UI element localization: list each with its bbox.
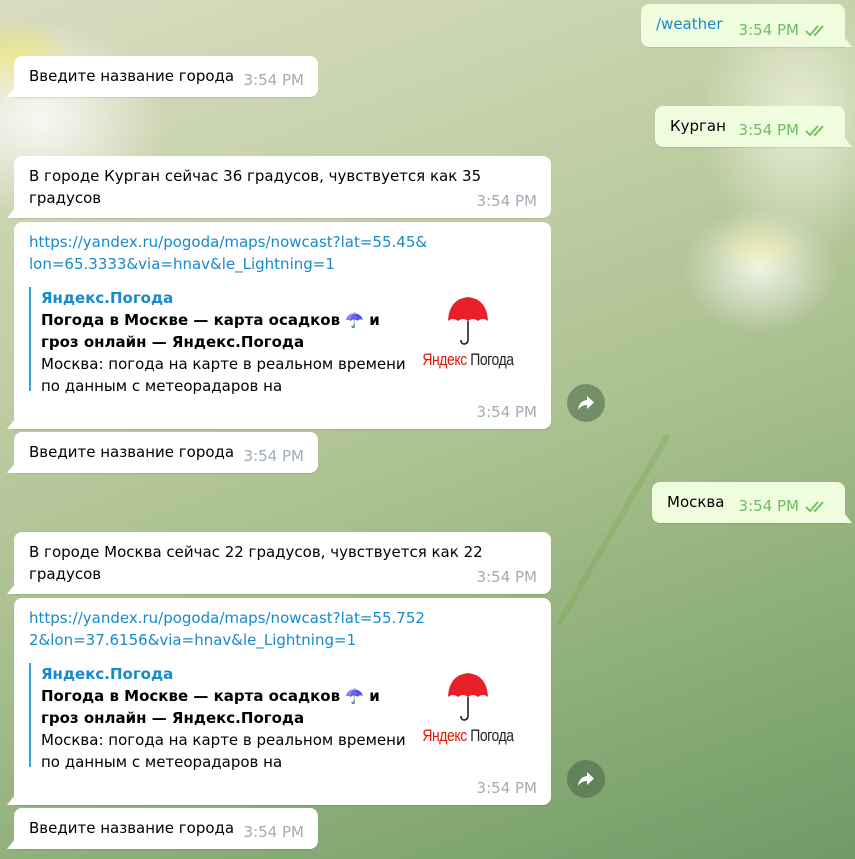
preview-description: Москва: погода на карте в реальном време… — [41, 731, 406, 771]
umbrella-icon — [448, 297, 488, 345]
link-preview-message[interactable]: https://yandex.ru/pogoda/maps/nowcast?la… — [7, 598, 551, 805]
message-time: 3:54 PM — [243, 447, 304, 465]
message-text: Введите название города — [29, 443, 235, 461]
message-time: 3:54 PM — [738, 497, 799, 515]
message-time: 3:54 PM — [476, 403, 537, 421]
outgoing-message[interactable]: Курган 3:54 PM — [655, 106, 852, 147]
bot-command-link[interactable]: /weather — [656, 15, 723, 33]
umbrella-icon — [448, 673, 488, 721]
message-text: В городе Москва сейчас 22 градусов, чувс… — [29, 543, 483, 583]
url-link[interactable]: https://yandex.ru/pogoda/maps/nowcast?la… — [29, 607, 429, 651]
message-time: 3:54 PM — [476, 192, 537, 210]
message-time: 3:54 PM — [738, 21, 799, 39]
double-check-icon — [805, 25, 824, 37]
link-preview[interactable]: Яндекс.Погода Погода в Москве — карта ос… — [29, 287, 524, 395]
message-time: 3:54 PM — [738, 121, 799, 139]
message-text: В городе Курган сейчас 36 градусов, чувс… — [29, 167, 482, 207]
share-button[interactable] — [567, 384, 605, 422]
yandex-pogoda-logo: Яндекс Погода — [422, 726, 514, 745]
incoming-message[interactable]: В городе Москва сейчас 22 градусов, чувс… — [7, 532, 551, 594]
message-text: Москва — [667, 493, 725, 511]
message-time: 3:54 PM — [476, 568, 537, 586]
link-preview-message[interactable]: https://yandex.ru/pogoda/maps/nowcast?la… — [7, 222, 551, 429]
incoming-message[interactable]: Введите название города 3:54 PM — [7, 432, 318, 473]
preview-title: Погода в Москве — карта осадков ☂️ и гро… — [41, 687, 380, 727]
double-check-icon — [805, 501, 824, 513]
outgoing-message[interactable]: /weather 3:54 PM — [641, 4, 852, 47]
outgoing-message[interactable]: Москва 3:54 PM — [652, 482, 852, 523]
incoming-message[interactable]: Введите название города 3:54 PM — [7, 808, 318, 849]
incoming-message[interactable]: В городе Курган сейчас 36 градусов, чувс… — [7, 156, 551, 218]
message-time: 3:54 PM — [476, 779, 537, 797]
preview-title: Погода в Москве — карта осадков ☂️ и гро… — [41, 311, 380, 351]
background-decoration — [555, 433, 671, 627]
share-button[interactable] — [567, 760, 605, 798]
message-text: Введите название города — [29, 819, 235, 837]
preview-thumbnail: Яндекс Погода — [412, 669, 524, 749]
share-icon — [578, 772, 594, 786]
preview-thumbnail: Яндекс Погода — [412, 293, 524, 373]
share-icon — [578, 396, 594, 410]
url-link[interactable]: https://yandex.ru/pogoda/maps/nowcast?la… — [29, 231, 429, 275]
yandex-pogoda-logo: Яндекс Погода — [422, 350, 514, 369]
incoming-message[interactable]: Введите название города 3:54 PM — [7, 56, 318, 97]
message-time: 3:54 PM — [243, 823, 304, 841]
message-text: Курган — [670, 117, 726, 135]
message-text: Введите название города — [29, 67, 235, 85]
link-preview[interactable]: Яндекс.Погода Погода в Москве — карта ос… — [29, 663, 524, 771]
message-time: 3:54 PM — [243, 71, 304, 89]
preview-description: Москва: погода на карте в реальном време… — [41, 355, 406, 395]
double-check-icon — [805, 125, 824, 137]
